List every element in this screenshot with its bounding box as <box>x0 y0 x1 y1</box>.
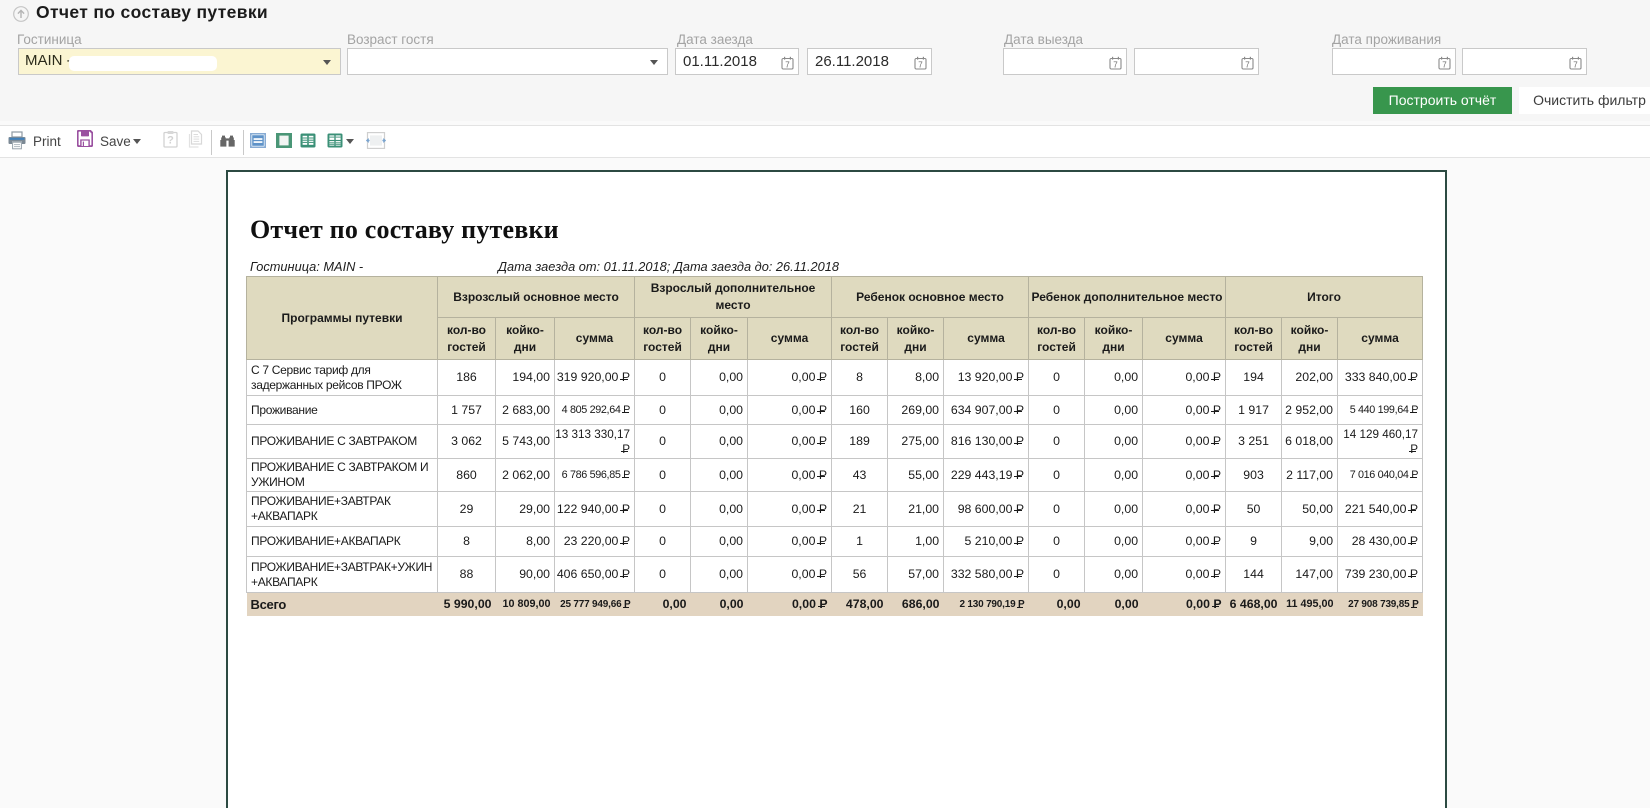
svg-text:7: 7 <box>1113 60 1118 69</box>
svg-text:?: ? <box>167 135 174 147</box>
svg-text:7: 7 <box>785 60 790 69</box>
svg-text:7: 7 <box>1573 60 1578 69</box>
svg-text:7: 7 <box>918 60 923 69</box>
svg-text:7: 7 <box>1245 60 1250 69</box>
svg-text:7: 7 <box>1442 60 1447 69</box>
